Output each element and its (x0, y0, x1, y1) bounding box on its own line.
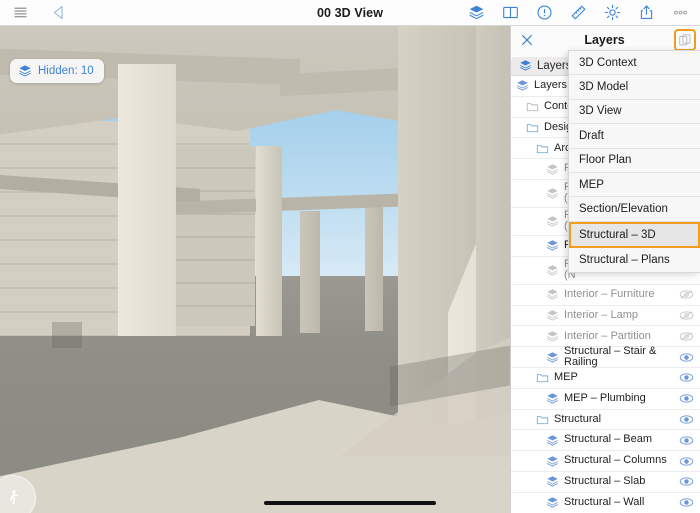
layer-row[interactable]: Structural – Stair & Railing (511, 345, 700, 369)
layers-stack-icon (545, 455, 560, 468)
top-toolbar: 00 3D View (0, 0, 700, 26)
dropdown-item-label: Draft (579, 129, 604, 142)
dropdown-item-label: Floor Plan (579, 154, 632, 167)
more-options-icon[interactable] (672, 4, 689, 21)
visibility-eye-icon[interactable] (679, 476, 694, 487)
dropdown-item-label: Structural – Plans (579, 253, 670, 266)
share-icon[interactable] (638, 4, 655, 21)
layer-name: Interior – Furniture (564, 288, 655, 300)
hidden-layers-count: Hidden: 10 (38, 65, 94, 77)
layers-stack-icon (545, 187, 560, 200)
visibility-eye-off-icon[interactable] (679, 289, 694, 300)
layer-row[interactable]: Structural – Columns (511, 451, 700, 472)
layers-stack-icon (545, 434, 560, 447)
layer-name: Structural (554, 413, 602, 425)
layer-name: Interior – Partition (564, 330, 651, 342)
layer-name: Structural – Wall (564, 496, 645, 508)
home-indicator (264, 501, 436, 505)
folder-icon (535, 142, 550, 155)
folder-icon (525, 100, 540, 113)
column-far (365, 206, 383, 331)
layer-row[interactable]: Structural – Wall (511, 493, 700, 513)
layers-stack-icon (545, 215, 560, 228)
visibility-eye-icon[interactable] (679, 393, 694, 404)
layers-stack-icon (545, 351, 560, 364)
dropdown-item-label: Structural – 3D (579, 228, 656, 241)
layer-presets-button[interactable] (674, 29, 696, 51)
layers-stack-icon (545, 309, 560, 322)
folder-icon (535, 413, 550, 426)
layer-row[interactable]: MEP (511, 368, 700, 389)
layer-row[interactable]: Structural – Beam (511, 430, 700, 452)
column-mid (118, 64, 176, 336)
dropdown-item-label: 3D View (579, 105, 622, 118)
folder-icon (525, 121, 540, 134)
layers-stack-icon (545, 239, 560, 252)
dropdown-item[interactable]: Structural – Plans (569, 247, 700, 273)
layer-row[interactable]: Structural – Slab (511, 472, 700, 493)
dropdown-item[interactable]: Floor Plan (569, 148, 700, 173)
layer-row[interactable]: Interior – Partition (511, 326, 700, 348)
layer-name: MEP – Plumbing (564, 392, 646, 404)
dropdown-item-label: 3D Context (579, 56, 637, 69)
settings-gear-icon[interactable] (604, 4, 621, 21)
folder-icon (535, 371, 550, 384)
info-icon[interactable] (536, 4, 553, 21)
layer-presets-icon (679, 34, 691, 46)
tab-layers-label: Layers (537, 59, 572, 72)
layers-stack-icon (545, 288, 560, 301)
layer-row[interactable]: Structural (511, 410, 700, 431)
layers-stack-icon (520, 60, 531, 71)
dropdown-item[interactable]: Draft (569, 124, 700, 149)
dropdown-item[interactable]: 3D View (569, 99, 700, 125)
book-icon[interactable] (502, 4, 519, 21)
walking-person-icon (9, 490, 18, 505)
layer-row[interactable]: Interior – Furniture (511, 285, 700, 306)
visibility-eye-off-icon[interactable] (679, 310, 694, 321)
dropdown-item-label: MEP (579, 178, 604, 191)
visibility-eye-off-icon[interactable] (679, 331, 694, 342)
layer-name: Structural – Slab (564, 476, 646, 488)
layers-stack-icon (545, 475, 560, 488)
visibility-eye-icon[interactable] (679, 435, 694, 446)
layers-stack-icon (545, 163, 560, 176)
dropdown-item[interactable]: Structural – 3D (569, 221, 700, 248)
dropdown-item[interactable]: MEP (569, 172, 700, 198)
dropdown-item-label: Section/Elevation (579, 203, 668, 216)
column-shadow (52, 322, 82, 348)
close-x-icon[interactable] (519, 32, 535, 48)
dropdown-item-label: 3D Model (579, 81, 629, 94)
measure-icon[interactable] (570, 4, 587, 21)
layer-name: Interior – Lamp (564, 309, 638, 321)
visibility-eye-icon[interactable] (679, 456, 694, 467)
layer-name: MEP (554, 372, 578, 384)
layers-stack-icon (19, 65, 31, 77)
visibility-eye-icon[interactable] (679, 372, 694, 383)
layer-name: Structural – Columns (564, 455, 667, 467)
column-far (300, 211, 320, 333)
column-mid (256, 146, 282, 336)
layer-preset-dropdown[interactable]: 3D Context 3D Model 3D View Draft Floor Plan… (568, 50, 700, 274)
layers-stack-icon (545, 264, 560, 277)
layer-row[interactable]: MEP – Plumbing (511, 389, 700, 410)
layers-stack-icon (515, 79, 530, 92)
layer-name: Structural – Beam (564, 434, 653, 446)
layers-icon[interactable] (468, 4, 485, 21)
layers-stack-icon (545, 392, 560, 405)
visibility-eye-icon[interactable] (679, 352, 694, 363)
visibility-eye-icon[interactable] (679, 414, 694, 425)
layer-row[interactable]: Interior – Lamp (511, 306, 700, 327)
dropdown-item[interactable]: 3D Context (569, 51, 700, 76)
dropdown-item[interactable]: Section/Elevation (569, 197, 700, 222)
toolbar-right-group (468, 4, 700, 21)
hidden-layers-badge[interactable]: Hidden: 10 (10, 59, 104, 83)
layer-name: Structural – Stair & Railing (564, 345, 657, 369)
layers-panel-title: Layers (584, 33, 625, 47)
layers-stack-icon (545, 330, 560, 343)
visibility-eye-icon[interactable] (679, 497, 694, 508)
layers-stack-icon (545, 496, 560, 509)
dropdown-item[interactable]: 3D Model (569, 75, 700, 100)
app-root: 00 3D View Hidden: 10 Layers Layers Laye… (0, 0, 700, 513)
